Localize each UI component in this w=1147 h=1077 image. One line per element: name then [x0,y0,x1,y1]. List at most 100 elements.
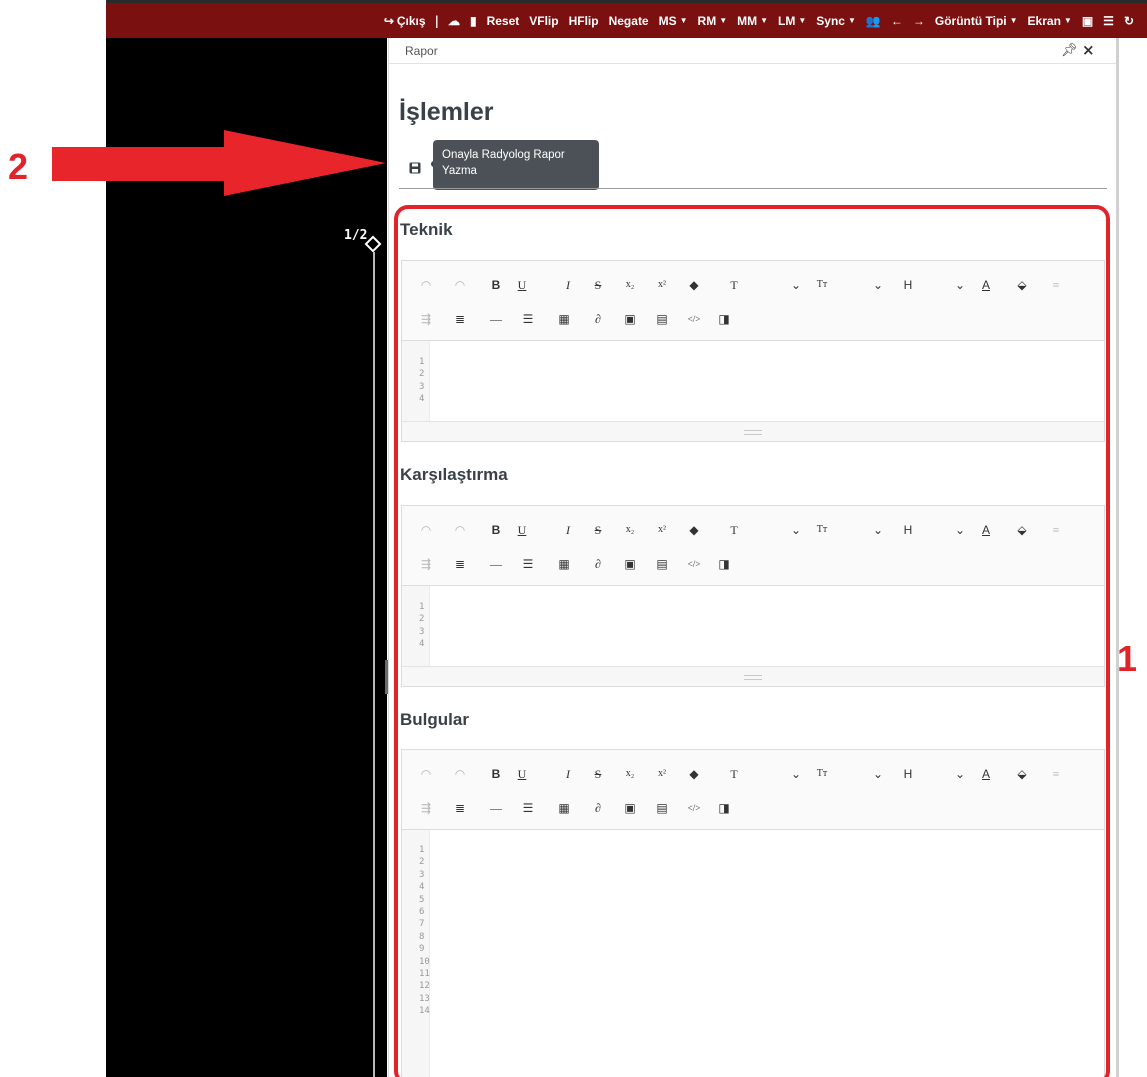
horizontal-rule-icon[interactable]: — [486,555,506,573]
ms-dropdown[interactable]: MS ▼ [654,14,693,28]
pin-icon[interactable]: 📌︎ [1061,43,1078,58]
list-icon[interactable]: ☰ [518,310,538,328]
chevron-down-icon[interactable]: ⌄ [950,521,970,539]
code-icon[interactable]: </> [684,310,704,328]
table-icon[interactable]: ▦ [554,310,574,328]
undo-icon[interactable]: ◠ [416,765,436,783]
chevron-down-icon[interactable]: ⌄ [868,521,888,539]
font-family-icon[interactable]: T [724,276,744,294]
table-icon[interactable]: ▦ [554,799,574,817]
preview-icon[interactable]: ◨ [714,310,734,328]
underline-icon[interactable]: U [512,765,532,783]
bold-icon[interactable]: B [486,765,506,783]
reset-button[interactable]: Reset [482,14,525,28]
logout-button[interactable]: ↪ Çıkış [379,14,431,28]
next-button[interactable]: → [908,14,930,28]
close-icon[interactable]: × [1082,41,1095,59]
link-icon[interactable]: ∂ [588,555,608,573]
text-color-icon[interactable]: A [976,276,996,294]
bold-icon[interactable]: B [486,521,506,539]
template-icon[interactable]: ▤ [652,555,672,573]
eraser-icon[interactable]: ◆ [684,276,704,294]
code-icon[interactable]: </> [684,555,704,573]
image-icon[interactable]: ▣ [620,310,640,328]
link-icon[interactable]: ∂ [588,310,608,328]
image-button[interactable]: ▣ [1077,14,1098,28]
table-icon[interactable]: ▦ [554,555,574,573]
eraser-icon[interactable]: ◆ [684,521,704,539]
strikethrough-icon[interactable]: S [588,276,608,294]
code-icon[interactable]: </> [684,799,704,817]
sync-dropdown[interactable]: Sync ▼ [811,14,861,28]
image-icon[interactable]: ▣ [620,555,640,573]
font-size-icon[interactable]: Tт [812,765,832,783]
panel-scrollbar[interactable] [1116,38,1119,1077]
previous-button[interactable]: ← [886,14,908,28]
italic-icon[interactable]: I [558,765,578,783]
superscript-icon[interactable]: x² [652,276,672,294]
chevron-down-icon[interactable]: ⌄ [950,276,970,294]
subscript-icon[interactable]: x₂ [620,521,640,539]
text-color-icon[interactable]: A [976,521,996,539]
image-type-dropdown[interactable]: Görüntü Tipi ▼ [930,14,1023,28]
eraser-icon[interactable]: ◆ [684,765,704,783]
image-icon[interactable]: ▣ [620,799,640,817]
screen-dropdown[interactable]: Ekran ▼ [1023,14,1077,28]
align-icon[interactable]: ≡ [1046,765,1066,783]
indent-icon[interactable]: ⇶ [416,799,436,817]
subscript-icon[interactable]: x₂ [620,765,640,783]
rm-dropdown[interactable]: RM ▼ [693,14,733,28]
list-icon[interactable]: ☰ [518,799,538,817]
chevron-down-icon[interactable]: ⌄ [786,521,806,539]
negate-button[interactable]: Negate [604,14,654,28]
strikethrough-icon[interactable]: S [588,521,608,539]
outdent-icon[interactable]: ≣ [450,799,470,817]
lm-dropdown[interactable]: LM ▼ [773,14,811,28]
superscript-icon[interactable]: x² [652,521,672,539]
file-button[interactable]: ▮ [465,14,482,28]
undo-icon[interactable]: ◠ [416,276,436,294]
align-icon[interactable]: ≡ [1046,276,1066,294]
save-button[interactable] [405,158,425,178]
subscript-icon[interactable]: x₂ [620,276,640,294]
italic-icon[interactable]: I [558,521,578,539]
editor-resize-handle[interactable] [402,666,1104,686]
superscript-icon[interactable]: x² [652,765,672,783]
hflip-button[interactable]: HFlip [564,14,604,28]
link-icon[interactable]: ∂ [588,799,608,817]
vflip-button[interactable]: VFlip [524,14,563,28]
horizontal-rule-icon[interactable]: — [486,799,506,817]
horizontal-rule-icon[interactable]: — [486,310,506,328]
chevron-down-icon[interactable]: ⌄ [786,276,806,294]
indent-icon[interactable]: ⇶ [416,310,436,328]
heading-icon[interactable]: H [898,765,918,783]
bold-icon[interactable]: B [486,276,506,294]
underline-icon[interactable]: U [512,521,532,539]
redo-icon[interactable]: ◠ [450,276,470,294]
align-icon[interactable]: ≡ [1046,521,1066,539]
template-icon[interactable]: ▤ [652,799,672,817]
refresh-button[interactable]: ↻ [1119,14,1139,28]
redo-icon[interactable]: ◠ [450,765,470,783]
template-icon[interactable]: ▤ [652,310,672,328]
chevron-down-icon[interactable]: ⌄ [950,765,970,783]
italic-icon[interactable]: I [558,276,578,294]
preview-icon[interactable]: ◨ [714,799,734,817]
font-size-icon[interactable]: Tт [812,521,832,539]
font-family-icon[interactable]: T [724,765,744,783]
list-icon[interactable]: ☰ [518,555,538,573]
editor-resize-handle[interactable] [402,421,1104,441]
indent-icon[interactable]: ⇶ [416,555,436,573]
mm-dropdown[interactable]: MM ▼ [732,14,773,28]
font-family-icon[interactable]: T [724,521,744,539]
outdent-icon[interactable]: ≣ [450,310,470,328]
text-color-icon[interactable]: A [976,765,996,783]
cloud-button[interactable]: ☁ [443,14,465,28]
heading-icon[interactable]: H [898,276,918,294]
frame-slider-track[interactable] [373,252,375,1077]
chevron-down-icon[interactable]: ⌄ [868,276,888,294]
chevron-down-icon[interactable]: ⌄ [786,765,806,783]
highlight-icon[interactable]: ⬙ [1012,765,1032,783]
strikethrough-icon[interactable]: S [588,765,608,783]
heading-icon[interactable]: H [898,521,918,539]
